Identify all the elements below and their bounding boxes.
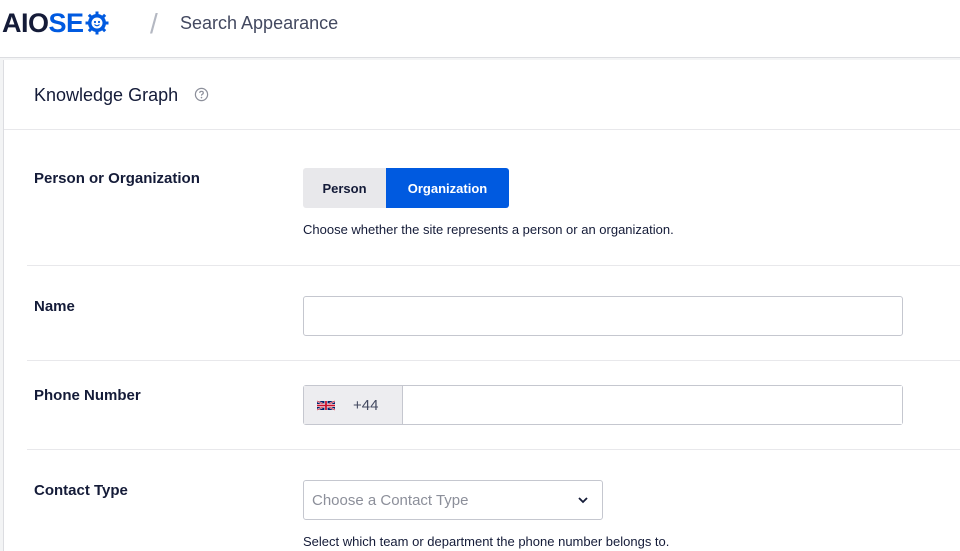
row-divider <box>27 360 960 361</box>
phone-number-input[interactable] <box>403 386 902 424</box>
phone-number-label: Phone Number <box>34 387 141 404</box>
country-code-selector[interactable]: +44 <box>304 386 403 424</box>
contact-type-select[interactable]: Choose a Contact Type <box>303 480 603 520</box>
contact-type-placeholder: Choose a Contact Type <box>312 491 469 509</box>
person-organization-toggle: Person Organization <box>303 168 509 208</box>
logo-text-seo: SE <box>48 8 85 38</box>
name-input[interactable] <box>303 296 903 336</box>
phone-number-field: +44 <box>303 385 903 425</box>
chevron-down-icon <box>578 496 588 504</box>
section-title: Knowledge Graph <box>34 85 179 105</box>
logo-gear-icon <box>85 11 109 35</box>
contact-type-label: Contact Type <box>34 482 128 499</box>
uk-flag-icon <box>317 399 335 411</box>
logo-text-aio: AIO <box>2 8 49 38</box>
person-option-button[interactable]: Person <box>303 168 386 208</box>
organization-option-button[interactable]: Organization <box>386 168 509 208</box>
question-circle-icon[interactable] <box>194 87 209 102</box>
breadcrumb-separator: / <box>150 8 158 39</box>
row-divider <box>27 265 960 266</box>
top-bar: AIO SE / Search Appearance <box>0 0 960 58</box>
row-divider <box>27 449 960 450</box>
card-header: Knowledge Graph <box>4 60 960 130</box>
name-label: Name <box>34 298 75 315</box>
aioseo-logo[interactable]: AIO SE <box>2 8 109 38</box>
page-title: Search Appearance <box>180 13 339 33</box>
contact-type-description: Select which team or department the phon… <box>303 534 670 549</box>
person-or-organization-label: Person or Organization <box>34 170 200 187</box>
knowledge-graph-card: Knowledge Graph Person or Organization P… <box>3 60 960 551</box>
person-or-organization-description: Choose whether the site represents a per… <box>303 222 674 237</box>
country-code: +44 <box>353 396 379 414</box>
